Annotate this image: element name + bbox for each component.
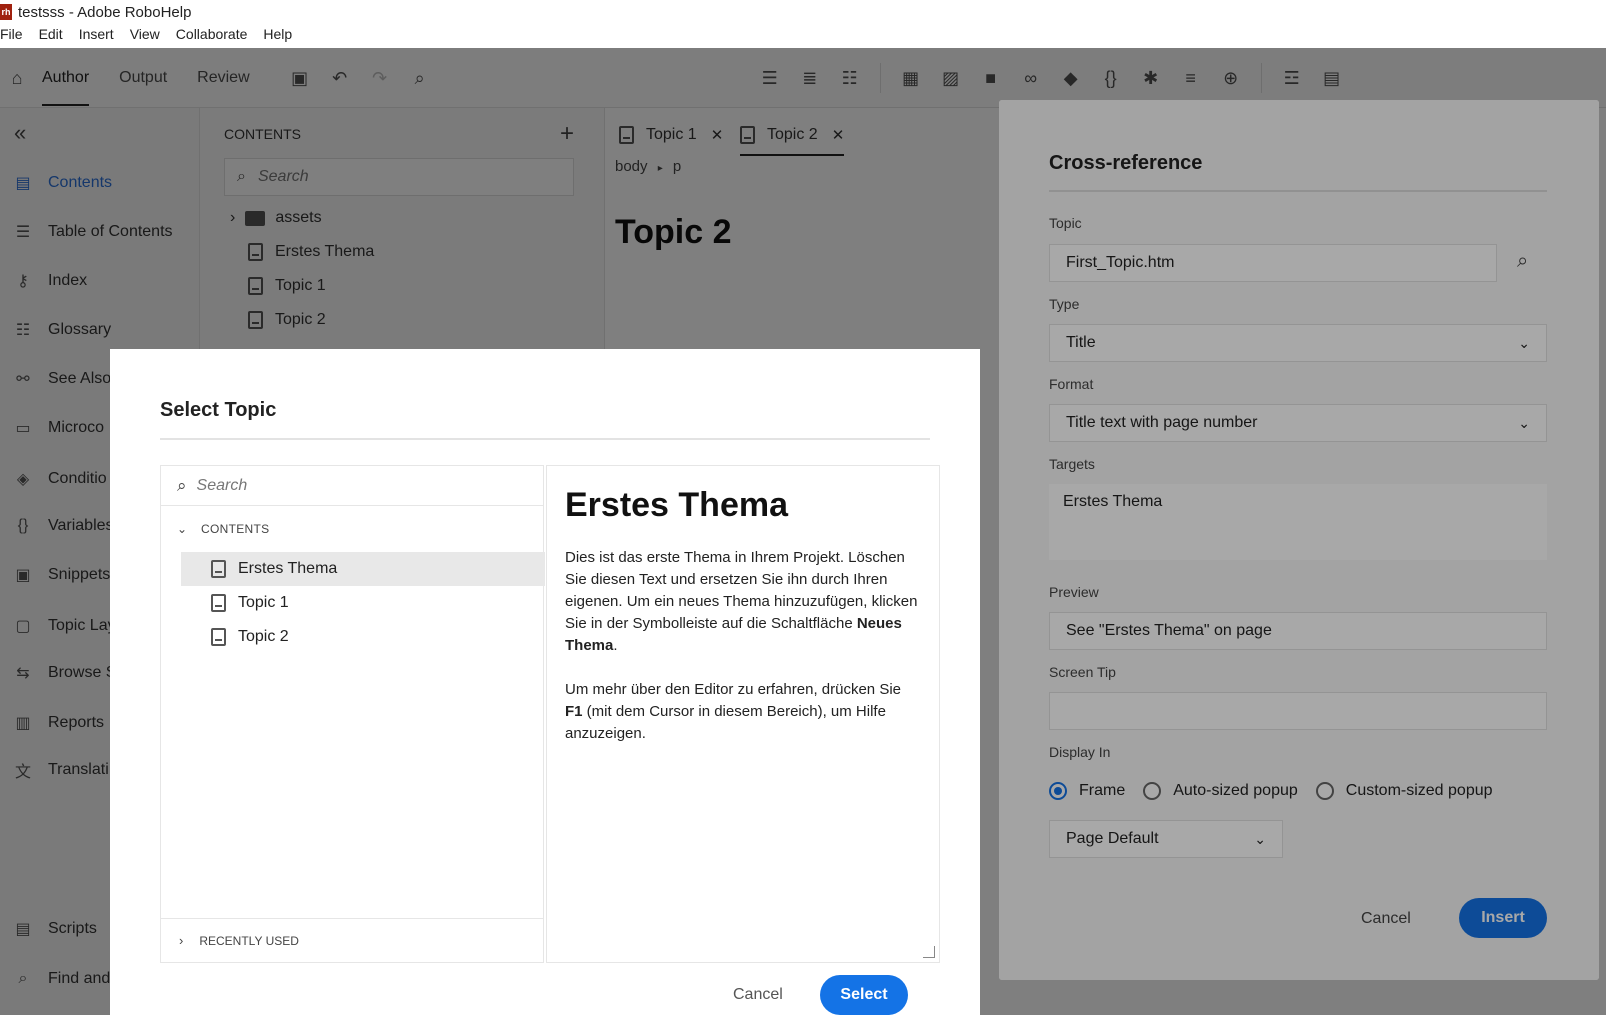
topic-preview: Erstes Thema Dies ist das erste Thema in…	[546, 465, 940, 963]
resize-handle-icon[interactable]	[923, 946, 935, 958]
topic-list-item[interactable]: Topic 2	[181, 620, 545, 654]
chevron-right-icon: ›	[179, 933, 184, 948]
dialog-overlay	[999, 100, 1599, 980]
menu-view[interactable]: View	[130, 26, 160, 48]
select-button[interactable]: Select	[820, 975, 908, 1015]
title-bar: rh testsss - Adobe RoboHelp	[0, 0, 1606, 24]
menu-bar: File Edit Insert View Collaborate Help	[0, 26, 308, 48]
topic-list-item[interactable]: Topic 1	[181, 586, 545, 620]
topic-file-icon	[211, 594, 226, 612]
chevron-down-icon: ⌄	[177, 522, 188, 536]
contents-section-header[interactable]: ⌄ CONTENTS	[177, 522, 269, 536]
preview-paragraph: Um mehr über den Editor zu erfahren, drü…	[565, 681, 901, 742]
menu-edit[interactable]: Edit	[39, 26, 63, 48]
preview-paragraph: Dies ist das erste Thema in Ihrem Projek…	[565, 549, 918, 654]
menu-file[interactable]: File	[0, 26, 23, 48]
search-icon: ⌕	[177, 475, 187, 495]
menu-insert[interactable]: Insert	[79, 26, 114, 48]
topic-file-icon	[211, 628, 226, 646]
menu-help[interactable]: Help	[263, 26, 292, 48]
topic-browser: ⌕ Search ⌄ CONTENTS Erstes Thema Topic 1…	[160, 465, 545, 963]
recently-used-section-header[interactable]: › RECENTLY USED	[161, 918, 543, 962]
window-title: testsss - Adobe RoboHelp	[18, 3, 192, 21]
topic-file-icon	[211, 560, 226, 578]
robohelp-app-icon: rh	[0, 4, 12, 20]
topic-search-input[interactable]: ⌕ Search	[161, 466, 543, 506]
cancel-button[interactable]: Cancel	[733, 986, 783, 1004]
divider	[160, 438, 930, 440]
preview-title: Erstes Thema	[565, 486, 788, 524]
topic-list-item[interactable]: Erstes Thema	[181, 552, 545, 586]
select-topic-dialog: Select Topic ⌕ Search ⌄ CONTENTS Erstes …	[110, 349, 980, 1015]
menu-collaborate[interactable]: Collaborate	[176, 26, 248, 48]
dialog-title: Select Topic	[160, 399, 277, 421]
